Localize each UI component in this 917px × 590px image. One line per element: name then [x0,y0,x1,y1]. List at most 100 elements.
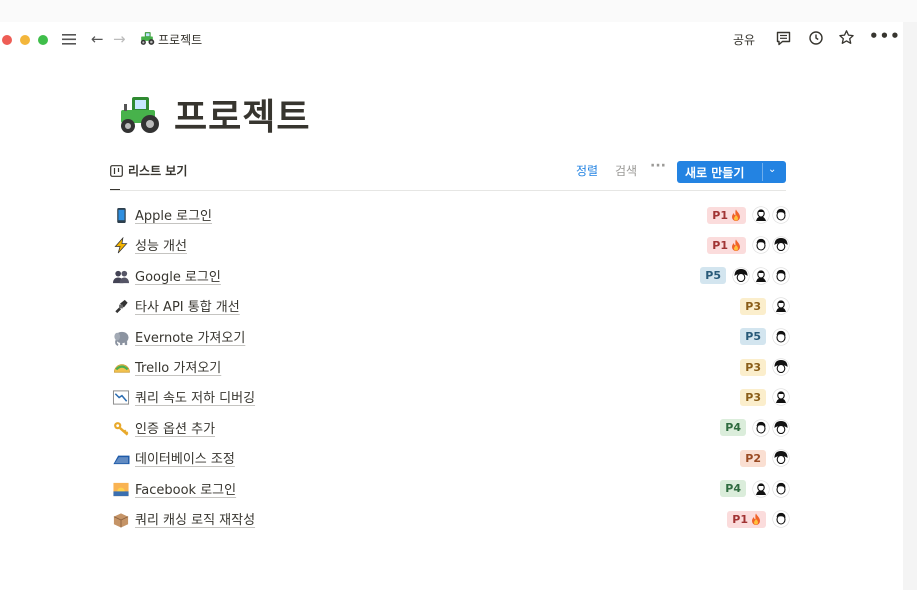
list-item[interactable]: Google 로그인 P5 [110,263,790,289]
avatar[interactable] [752,419,770,437]
close-window-button[interactable] [2,35,12,45]
list-item[interactable]: 쿼리 캐싱 로직 재작성 P1 [110,506,790,532]
avatar[interactable] [772,297,790,315]
priority-badge[interactable]: P1 [707,236,746,254]
people-icon [112,270,130,283]
star-icon[interactable] [838,29,855,46]
search-button[interactable]: 검색 [615,162,637,179]
new-button[interactable]: 새로 만들기 ⌄ [677,161,786,183]
breadcrumb[interactable]: 프로젝트 [158,31,202,48]
list-item[interactable]: 성능 개선 P1 [110,232,790,258]
plug-icon [115,300,128,314]
row-properties: P5 [700,266,790,286]
priority-badge[interactable]: P4 [720,419,746,437]
back-arrow-icon[interactable]: ← [91,30,104,48]
sort-button[interactable]: 정렬 [576,162,598,179]
page-tractor-icon[interactable] [116,94,160,134]
assignees [752,479,790,498]
row-properties: P1 [707,205,790,225]
avatar[interactable] [752,206,770,224]
clock-icon[interactable] [808,30,824,46]
list-item-title[interactable]: 데이터베이스 조정 [135,448,235,467]
page-title[interactable]: 프로젝트 [174,88,310,140]
row-properties: P3 [740,357,790,377]
list-item-title[interactable]: Facebook 로그인 [135,479,236,498]
avatar[interactable] [772,479,790,498]
priority-badge[interactable]: P2 [740,449,766,467]
list-item-title[interactable]: Apple 로그인 [135,205,212,224]
list-item-title[interactable]: 쿼리 캐싱 로직 재작성 [135,509,255,528]
list-item-title[interactable]: 쿼리 속도 저하 디버깅 [135,387,255,406]
priority-label: P3 [745,390,761,404]
avatar[interactable] [772,510,790,528]
key-icon [114,421,129,436]
list-item[interactable]: 인증 옵션 추가 P4 [110,415,790,441]
assignees [772,388,790,406]
list-item[interactable]: 타사 API 통합 개선 P3 [110,293,790,319]
minimize-window-button[interactable] [20,35,30,45]
list-item-title[interactable]: 타사 API 통합 개선 [135,296,240,315]
priority-badge[interactable]: P3 [740,388,766,406]
priority-badge[interactable]: P3 [740,358,766,376]
screen-top [0,0,917,22]
avatar[interactable] [772,267,790,285]
avatar[interactable] [772,388,790,406]
priority-badge[interactable]: P1 [707,206,746,224]
box-icon [113,513,129,528]
list-item[interactable]: 데이터베이스 조정 P2 [110,445,790,471]
chevron-down-icon[interactable]: ⌄ [768,164,776,175]
assignees [732,267,790,285]
tractor-icon [140,32,155,45]
assignees [772,358,790,376]
view-more-icon[interactable]: ··· [650,158,666,174]
list-item-title[interactable]: Google 로그인 [135,266,221,285]
row-properties: P3 [740,296,790,316]
more-options-icon[interactable]: ••• [869,27,901,45]
comment-icon[interactable] [775,30,792,47]
fire-icon [732,209,740,221]
assignees [772,327,790,346]
list-item[interactable]: Evernote 가져오기 P5 [110,324,790,350]
assignees [772,297,790,315]
avatar[interactable] [752,479,770,498]
avatar[interactable] [772,419,790,437]
divider [110,190,786,191]
priority-label: P3 [745,360,761,374]
menu-icon[interactable] [60,30,78,48]
avatar[interactable] [732,267,750,285]
avatar[interactable] [772,236,790,254]
avatar[interactable] [772,327,790,346]
fire-icon [732,239,740,251]
list-item[interactable]: 쿼리 속도 저하 디버깅 P3 [110,384,790,410]
priority-label: P1 [712,238,728,252]
avatar[interactable] [752,267,770,285]
priority-label: P4 [725,421,741,435]
priority-badge[interactable]: P3 [740,297,766,315]
row-properties: P4 [720,479,790,499]
avatar[interactable] [772,358,790,376]
list-item[interactable]: Trello 가져오기 P3 [110,354,790,380]
priority-badge[interactable]: P5 [700,267,726,285]
list-item-title[interactable]: Trello 가져오기 [135,357,221,376]
share-button[interactable]: 공유 [733,31,755,48]
list-item[interactable]: Facebook 로그인 P4 [110,476,790,502]
forward-arrow-icon[interactable]: → [113,30,126,48]
taco-icon [114,364,130,373]
priority-badge[interactable]: P4 [720,480,746,498]
list-item-title[interactable]: Evernote 가져오기 [135,327,245,346]
maximize-window-button[interactable] [38,35,48,45]
chart-down-icon [112,390,130,405]
new-button-separator [762,163,763,181]
avatar[interactable] [772,206,790,224]
tab-list-view[interactable]: 리스트 보기 [110,161,187,191]
list-item[interactable]: Apple 로그인 P1 [110,202,790,228]
list-item-title[interactable]: 인증 옵션 추가 [135,418,215,437]
avatar[interactable] [772,449,790,467]
priority-label: P2 [745,451,761,465]
priority-badge[interactable]: P1 [727,510,766,528]
list-item-title[interactable]: 성능 개선 [135,235,187,254]
priority-badge[interactable]: P5 [740,328,766,346]
avatar[interactable] [752,236,770,254]
title-bar: ← → 프로젝트 공유 ••• [0,22,903,56]
board-icon [110,165,123,177]
